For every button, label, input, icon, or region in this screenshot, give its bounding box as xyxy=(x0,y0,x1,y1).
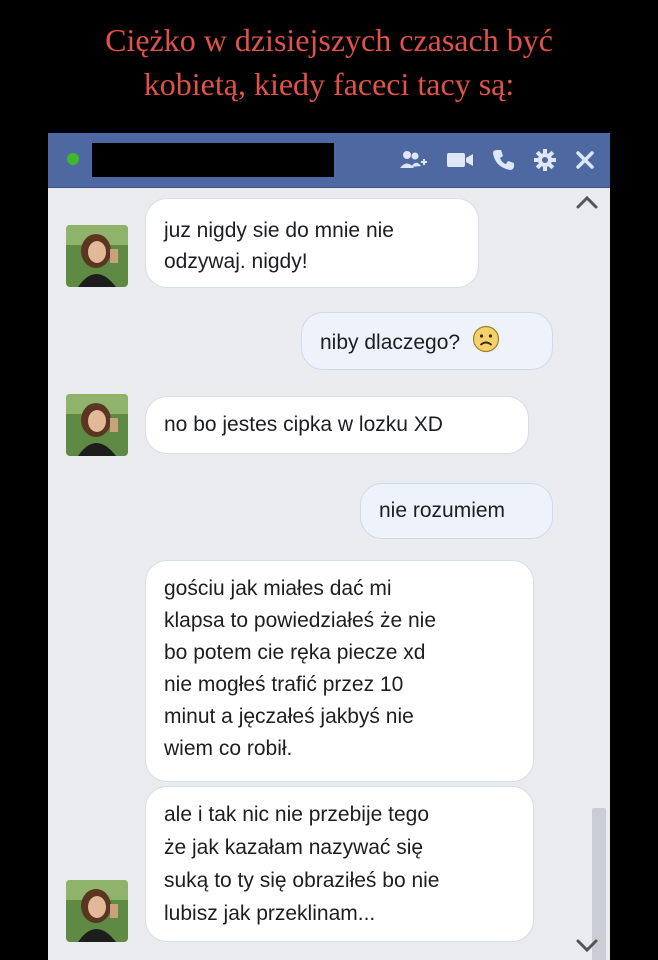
message-bubble-sent[interactable]: niby dlaczego? xyxy=(301,312,553,370)
scroll-down-chevron-icon[interactable] xyxy=(574,936,600,956)
avatar xyxy=(66,225,128,287)
message-line: ale i tak nic nie przebije tego xyxy=(164,803,429,826)
phone-icon[interactable] xyxy=(492,148,516,172)
sad-face-icon xyxy=(472,325,500,362)
scroll-up-chevron-icon[interactable] xyxy=(574,192,600,212)
video-call-icon[interactable] xyxy=(445,149,475,171)
chat-titlebar xyxy=(48,133,610,188)
message-line: suką to ty się obraziłeś bo nie xyxy=(164,869,440,892)
message-text: niby dlaczego? xyxy=(320,331,461,355)
avatar xyxy=(66,394,128,456)
message-line: gościu jak miałes dać mi xyxy=(164,577,392,600)
message-line: minut a jęczałeś jakbyś nie xyxy=(164,705,414,728)
online-status-icon xyxy=(67,153,79,165)
caption-line-2: kobietą, kiedy faceci tacy są: xyxy=(143,66,515,102)
message-line: juz nigdy sie do mnie nie xyxy=(164,219,394,242)
message-line: klapsa to powiedziałeś że nie xyxy=(164,609,436,632)
message-line: wiem co robił. xyxy=(164,737,293,760)
message-bubble-received[interactable]: ale i tak nic nie przebije tego że jak k… xyxy=(145,786,534,942)
message-bubble-received[interactable]: gościu jak miałes dać mi klapsa to powie… xyxy=(145,560,534,782)
message-line: nie mogłeś trafić przez 10 xyxy=(164,673,404,696)
message-text: nie rozumiem xyxy=(379,499,506,522)
message-line: bo potem cie ręka piecze xd xyxy=(164,641,426,664)
chat-window: juz nigdy sie do mnie nie odzywaj. nigdy… xyxy=(48,133,610,960)
add-friend-icon[interactable] xyxy=(398,148,428,172)
message-line: że jak kazałam nazywać się xyxy=(164,836,424,859)
meme-caption: Ciężko w dzisiejszych czasach być kobiet… xyxy=(0,18,658,106)
avatar xyxy=(66,880,128,942)
close-icon[interactable] xyxy=(574,149,596,171)
message-list[interactable]: juz nigdy sie do mnie nie odzywaj. nigdy… xyxy=(48,188,610,960)
message-bubble-sent[interactable]: nie rozumiem xyxy=(360,483,553,539)
censored-contact-name xyxy=(92,143,334,177)
message-text: no bo jestes cipka w lozku XD xyxy=(164,413,443,436)
titlebar-actions xyxy=(398,145,596,175)
caption-line-1: Ciężko w dzisiejszych czasach być xyxy=(105,22,553,58)
message-line: lubisz jak przeklinam... xyxy=(164,902,376,925)
gear-icon[interactable] xyxy=(533,148,557,172)
message-bubble-received[interactable]: no bo jestes cipka w lozku XD xyxy=(145,396,529,454)
message-bubble-received[interactable]: juz nigdy sie do mnie nie odzywaj. nigdy… xyxy=(145,198,479,288)
message-line: odzywaj. nigdy! xyxy=(164,250,308,273)
